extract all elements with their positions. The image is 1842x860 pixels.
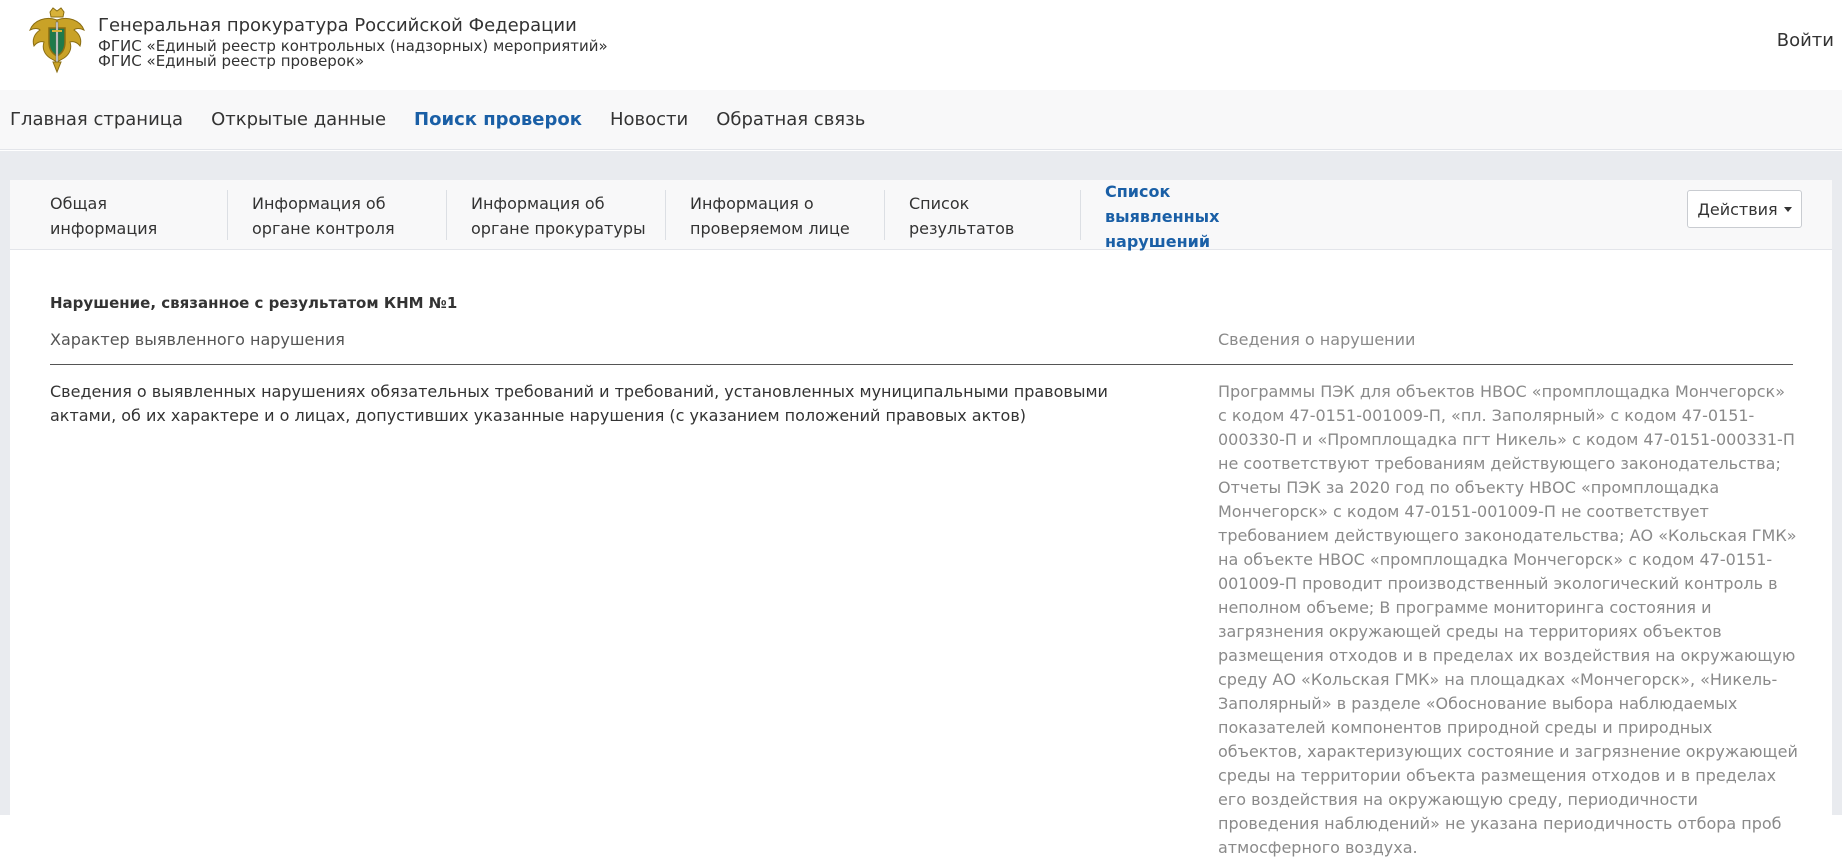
- tab-inspected-entity-info[interactable]: Информация о проверяемом лице: [690, 192, 850, 240]
- tab-prosecutor-info[interactable]: Информация об органе прокуратуры: [471, 192, 651, 240]
- nav-item-feedback[interactable]: Обратная связь: [716, 109, 865, 130]
- site-header: Генеральная прокуратура Российской Федер…: [0, 0, 1842, 90]
- login-link[interactable]: Войти: [1777, 30, 1834, 51]
- section-title: Нарушение, связанное с результатом КНМ №…: [50, 294, 458, 312]
- violation-row-value: Программы ПЭК для объектов НВОС «промпло…: [1218, 382, 1798, 857]
- tab-general-info[interactable]: Общая информация: [50, 192, 210, 240]
- inspection-card: Общая информация Информация об органе ко…: [10, 180, 1832, 857]
- nav-item-open-data[interactable]: Открытые данные: [211, 109, 386, 130]
- tab-control-body-info[interactable]: Информация об органе контроля: [252, 192, 412, 240]
- tab-divider: [665, 190, 666, 240]
- main-nav: Главная страница Открытые данные Поиск п…: [0, 90, 1842, 150]
- tab-divider: [1080, 190, 1081, 240]
- prosecutor-emblem-icon: [26, 6, 88, 74]
- system-name-line2: ФГИС «Единый реестр проверок»: [98, 52, 365, 70]
- violation-row-label: Сведения о выявленных нарушениях обязате…: [50, 382, 1108, 425]
- caret-down-icon: [1783, 206, 1792, 212]
- inspection-tabs: Общая информация Информация об органе ко…: [10, 180, 1832, 251]
- tab-divider: [446, 190, 447, 240]
- column-header-details: Сведения о нарушении: [1218, 330, 1416, 349]
- nav-item-inspection-search[interactable]: Поиск проверок: [414, 109, 582, 130]
- column-header-character: Характер выявленного нарушения: [50, 330, 345, 349]
- tab-divider: [227, 190, 228, 240]
- nav-item-home[interactable]: Главная страница: [10, 109, 183, 130]
- actions-dropdown-button[interactable]: Действия: [1687, 190, 1802, 228]
- table-header-divider: [50, 364, 1793, 365]
- nav-item-news[interactable]: Новости: [610, 109, 688, 130]
- tab-divider: [884, 190, 885, 240]
- tab-results-list[interactable]: Список результатов: [909, 192, 1069, 240]
- actions-label: Действия: [1697, 199, 1778, 219]
- tab-violations-list[interactable]: Список выявленных нарушений: [1105, 182, 1275, 251]
- org-title: Генеральная прокуратура Российской Федер…: [98, 15, 577, 36]
